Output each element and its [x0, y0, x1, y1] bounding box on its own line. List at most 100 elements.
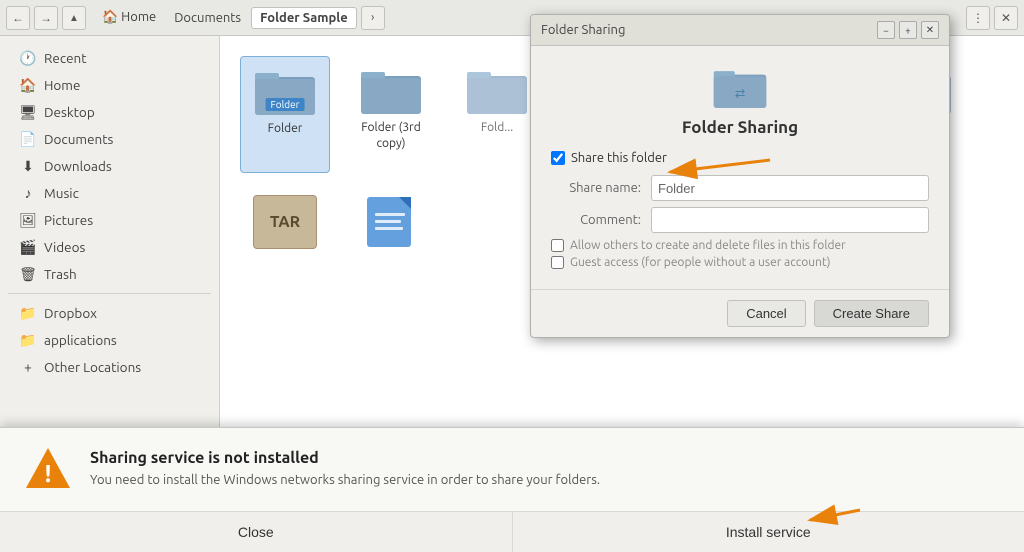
notification-actions: Close Install service — [0, 511, 1024, 552]
close-button[interactable]: Close — [0, 512, 513, 552]
breadcrumb: 🏠 Home Documents Folder Sample — [94, 7, 357, 29]
home-icon: 🏠 — [20, 77, 36, 93]
allow-create-delete-label: Allow others to create and delete files … — [570, 239, 846, 252]
dropbox-icon: 📁 — [20, 305, 36, 321]
music-icon: ♪ — [20, 185, 36, 201]
dialog-content: ⇄ Folder Sharing Share this folder Share… — [531, 46, 949, 289]
share-name-row: Share name: — [551, 175, 929, 201]
notification-title: Sharing service is not installed — [90, 449, 1000, 467]
svg-text:⇄: ⇄ — [735, 87, 745, 100]
dialog-minimize-button[interactable]: − — [877, 21, 895, 39]
notification-bar: ! Sharing service is not installed You n… — [0, 427, 1024, 552]
doc-file-icon — [359, 195, 423, 249]
dialog-heading: Folder Sharing — [682, 118, 798, 137]
dialog-title: Folder Sharing — [541, 23, 625, 37]
share-checkbox-row: Share this folder — [551, 151, 929, 165]
sidebar-label-pictures: Pictures — [44, 212, 93, 228]
allow-create-delete-checkbox[interactable] — [551, 239, 564, 252]
sidebar-item-documents[interactable]: 📄 Documents — [4, 126, 215, 152]
notification-description: You need to install the Windows networks… — [90, 471, 1000, 489]
dialog-close-button[interactable]: ✕ — [921, 21, 939, 39]
breadcrumb-more-button[interactable]: › — [361, 6, 385, 30]
sidebar-label-other: Other Locations — [44, 359, 141, 375]
sidebar-label-applications: applications — [44, 332, 117, 348]
tar-file-icon: TAR — [253, 195, 317, 249]
other-locations-icon: + — [20, 359, 36, 375]
sidebar-label-downloads: Downloads — [44, 158, 112, 174]
sidebar-label-music: Music — [44, 185, 79, 201]
guest-access-checkbox[interactable] — [551, 256, 564, 269]
sidebar-item-recent[interactable]: 🕐 Recent — [4, 45, 215, 71]
sidebar-label-trash: Trash — [44, 266, 77, 282]
share-this-folder-checkbox[interactable] — [551, 151, 565, 165]
sidebar-item-music[interactable]: ♪ Music — [4, 180, 215, 206]
sidebar-label-desktop: Desktop — [44, 104, 95, 120]
create-share-button[interactable]: Create Share — [814, 300, 929, 327]
sidebar-item-downloads[interactable]: ⬇ Downloads — [4, 153, 215, 179]
sidebar-item-home[interactable]: 🏠 Home — [4, 72, 215, 98]
folder-sharing-dialog: Folder Sharing − + ✕ ⇄ Folder Sharing Sh… — [530, 14, 950, 338]
notification-text-block: Sharing service is not installed You nee… — [90, 449, 1000, 489]
forward-button[interactable]: → — [34, 6, 58, 30]
pictures-icon: 🖼 — [20, 212, 36, 228]
file-item-folder-selected[interactable]: Folder Folder — [240, 56, 330, 173]
folder-partial-icon — [465, 62, 529, 116]
breadcrumb-home[interactable]: 🏠 Home — [94, 7, 164, 28]
share-name-input[interactable] — [651, 175, 929, 201]
sidebar-label-documents: Documents — [44, 131, 113, 147]
sidebar-item-dropbox[interactable]: 📁 Dropbox — [4, 300, 215, 326]
sidebar-item-pictures[interactable]: 🖼 Pictures — [4, 207, 215, 233]
dialog-titlebar: Folder Sharing − + ✕ — [531, 15, 949, 46]
breadcrumb-documents[interactable]: Documents — [166, 8, 249, 28]
comment-input[interactable] — [651, 207, 929, 233]
dialog-window-buttons: − + ✕ — [877, 21, 939, 39]
file-item-folder-3rd[interactable]: Folder (3rd copy) — [346, 56, 436, 173]
warning-icon: ! — [24, 444, 72, 495]
cancel-button[interactable]: Cancel — [727, 300, 805, 327]
up-button[interactable]: ▲ — [62, 6, 86, 30]
svg-text:!: ! — [45, 460, 52, 487]
trash-icon: 🗑 — [20, 266, 36, 282]
dialog-folder-icon: ⇄ — [712, 62, 768, 110]
allow-create-delete-row: Allow others to create and delete files … — [551, 239, 929, 252]
applications-icon: 📁 — [20, 332, 36, 348]
share-checkbox-label: Share this folder — [571, 151, 667, 165]
recent-icon: 🕐 — [20, 50, 36, 66]
sidebar-label-videos: Videos — [44, 239, 85, 255]
more-options-button[interactable]: ⋮ — [966, 6, 990, 30]
file-item-tar[interactable]: TAR — [240, 189, 330, 259]
desktop-icon: 🖥 — [20, 104, 36, 120]
sidebar-item-other-locations[interactable]: + Other Locations — [4, 354, 215, 380]
sidebar-item-videos[interactable]: 🎬 Videos — [4, 234, 215, 260]
folder-3rd-icon — [359, 62, 423, 116]
notification-content: ! Sharing service is not installed You n… — [0, 428, 1024, 511]
sidebar-item-trash[interactable]: 🗑 Trash — [4, 261, 215, 287]
videos-icon: 🎬 — [20, 239, 36, 255]
guest-access-label: Guest access (for people without a user … — [570, 256, 831, 269]
file-name-folder-partial: Fold... — [481, 120, 513, 136]
window-close-button[interactable]: ✕ — [994, 6, 1018, 30]
sidebar-label-home: Home — [44, 77, 80, 93]
home-icon: 🏠 — [102, 10, 118, 24]
sidebar-item-applications[interactable]: 📁 applications — [4, 327, 215, 353]
file-item-doc[interactable] — [346, 189, 436, 259]
dialog-buttons: Cancel Create Share — [531, 289, 949, 337]
file-item-folder-partial[interactable]: Fold... — [452, 56, 542, 173]
sidebar-label-recent: Recent — [44, 50, 87, 66]
install-service-button[interactable]: Install service — [513, 512, 1024, 552]
comment-label: Comment: — [551, 213, 651, 227]
breadcrumb-folder-sample[interactable]: Folder Sample — [251, 7, 357, 29]
downloads-icon: ⬇ — [20, 158, 36, 174]
folder-selected-icon: Folder — [253, 63, 317, 117]
share-name-label: Share name: — [551, 181, 651, 195]
sidebar-item-desktop[interactable]: 🖥 Desktop — [4, 99, 215, 125]
folder-badge: Folder — [266, 98, 305, 111]
documents-icon: 📄 — [20, 131, 36, 147]
dialog-maximize-button[interactable]: + — [899, 21, 917, 39]
sidebar-label-dropbox: Dropbox — [44, 305, 97, 321]
file-name-folder-selected: Folder — [268, 121, 303, 137]
file-name-folder-3rd: Folder (3rd copy) — [352, 120, 430, 151]
guest-access-row: Guest access (for people without a user … — [551, 256, 929, 269]
comment-row: Comment: — [551, 207, 929, 233]
back-button[interactable]: ← — [6, 6, 30, 30]
